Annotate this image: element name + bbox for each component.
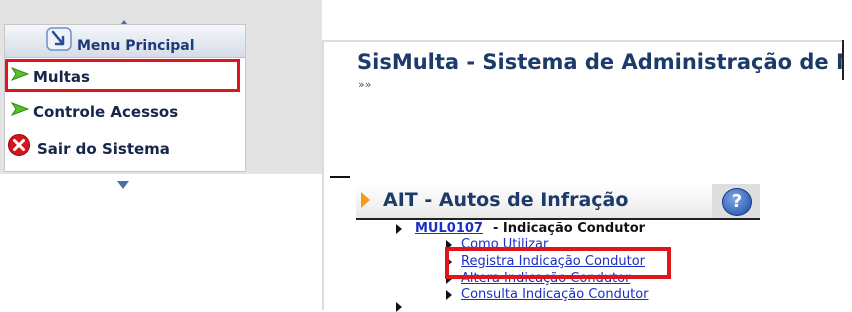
- highlight-box: [5, 59, 240, 92]
- bullet-arrow-icon: [396, 302, 402, 312]
- highlight-box: [445, 247, 671, 279]
- orange-arrow-icon: [361, 192, 370, 208]
- menu-item-label: Sair do Sistema: [37, 140, 170, 158]
- scroll-down-icon[interactable]: [116, 180, 130, 190]
- title-clip-edge: [842, 40, 852, 80]
- module-description: - Indicação Condutor: [493, 221, 646, 236]
- main-menu: Menu Principal Multas Controle Acessos S…: [4, 24, 246, 172]
- green-arrow-icon: [11, 102, 29, 116]
- help-button[interactable]: ?: [712, 184, 760, 218]
- menu-item-label: Controle Acessos: [33, 103, 179, 121]
- title-chevrons: »»: [358, 78, 372, 91]
- menu-item-controle-acessos[interactable]: Controle Acessos: [5, 94, 245, 128]
- left-sidebar: Menu Principal Multas Controle Acessos S…: [0, 0, 322, 308]
- menu-logo-icon: [46, 27, 72, 51]
- top-spacer: [322, 0, 852, 40]
- help-icon: ?: [722, 188, 752, 216]
- bullet-arrow-icon: [396, 224, 402, 234]
- app-title: SisMulta - Sistema de Administração de M: [357, 50, 852, 74]
- section-title: AIT - Autos de Infração: [383, 189, 629, 211]
- menu-title: Menu Principal: [77, 38, 195, 54]
- bullet-arrow-icon: [446, 290, 452, 300]
- menu-item-sair-do-sistema[interactable]: Sair do Sistema: [5, 131, 245, 165]
- divider: [330, 176, 350, 178]
- module-code-link[interactable]: MUL0107: [415, 221, 483, 236]
- red-x-icon: [8, 134, 30, 156]
- menu-header: Menu Principal: [5, 25, 245, 58]
- link-consulta-indicacao-condutor[interactable]: Consulta Indicação Condutor: [461, 287, 649, 302]
- section-header: AIT - Autos de Infração ?: [356, 184, 760, 220]
